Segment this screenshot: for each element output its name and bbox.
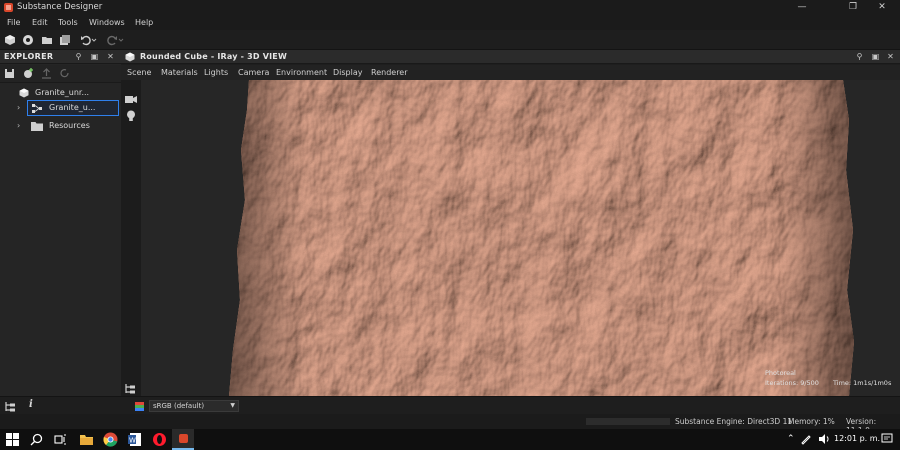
- menu-environment[interactable]: Environment: [276, 68, 327, 77]
- windows-start-icon[interactable]: [6, 433, 19, 446]
- explorer-header: EXPLORER ⚲ ▣ ✕: [0, 50, 121, 64]
- reload-icon[interactable]: [59, 68, 70, 79]
- float-icon[interactable]: ▣: [870, 51, 881, 62]
- float-icon[interactable]: ▣: [89, 51, 100, 62]
- engine-label: Substance Engine: Direct3D 11: [675, 417, 793, 426]
- pin-icon[interactable]: ⚲: [73, 51, 84, 62]
- main-toolbar: [0, 30, 900, 50]
- close-panel-icon[interactable]: ✕: [885, 51, 896, 62]
- chevron-down-icon[interactable]: [91, 34, 97, 46]
- status-bar: Substance Engine: Direct3D 11 Memory: 1%…: [0, 414, 900, 435]
- open-folder-icon[interactable]: [41, 34, 53, 46]
- 3d-view-side-toolbar: [121, 80, 141, 396]
- volume-icon[interactable]: [818, 433, 830, 445]
- granite-rock-render: [229, 80, 854, 396]
- resources-label: Resources: [49, 121, 90, 130]
- camera-icon[interactable]: [125, 95, 137, 104]
- package-label: Granite_unr...: [35, 88, 90, 97]
- tree-item-graph[interactable]: › Granite_u...: [0, 99, 121, 117]
- 3d-viewport[interactable]: Photoreal Iterations: 9/500 Time: 1m1s/1…: [141, 80, 900, 396]
- word-icon[interactable]: W: [127, 432, 142, 447]
- memory-label: Memory: 1%: [788, 417, 835, 426]
- menu-windows[interactable]: Windows: [89, 18, 125, 27]
- render-time-label: Time: 1m1s/1m0s: [833, 379, 892, 387]
- hierarchy-icon[interactable]: [5, 401, 16, 412]
- save-all-icon[interactable]: [59, 34, 71, 46]
- tree-item-resources[interactable]: › Resources: [0, 117, 121, 135]
- notifications-icon[interactable]: [881, 433, 893, 445]
- maximize-icon[interactable]: ❐: [839, 0, 867, 16]
- menu-camera[interactable]: Camera: [238, 68, 269, 77]
- package-icon: [19, 88, 29, 98]
- pin-icon[interactable]: ⚲: [854, 51, 865, 62]
- iterations-label: Iterations: 9/500: [765, 379, 819, 387]
- explorer-toolbar: [0, 65, 121, 83]
- progress-track: [586, 418, 670, 425]
- close-icon[interactable]: ✕: [868, 0, 896, 16]
- menu-edit[interactable]: Edit: [32, 18, 48, 27]
- menu-file[interactable]: File: [7, 18, 20, 27]
- 3d-view-panel: Rounded Cube - IRay - 3D VIEW ⚲ ▣ ✕ Scen…: [121, 50, 900, 396]
- menu-materials[interactable]: Materials: [161, 68, 198, 77]
- menu-renderer[interactable]: Renderer: [371, 68, 408, 77]
- explorer-footer: i: [0, 396, 121, 414]
- pen-icon[interactable]: [800, 433, 812, 445]
- info-icon[interactable]: i: [29, 399, 33, 410]
- new-package-icon[interactable]: [4, 34, 16, 46]
- menu-bar: File Edit Tools Windows Help: [0, 16, 900, 30]
- menu-tools[interactable]: Tools: [58, 18, 78, 27]
- opera-icon[interactable]: [152, 432, 167, 447]
- close-panel-icon[interactable]: ✕: [105, 51, 116, 62]
- chevron-right-icon[interactable]: ›: [17, 121, 20, 130]
- explorer-title: EXPLORER: [4, 52, 54, 61]
- menu-lights[interactable]: Lights: [204, 68, 228, 77]
- redo-icon[interactable]: [106, 34, 118, 46]
- chevron-right-icon[interactable]: ›: [17, 103, 20, 112]
- graph-label: Granite_u...: [49, 103, 96, 112]
- window-title: Substance Designer: [17, 2, 103, 12]
- substance-app-icon: [4, 3, 13, 12]
- substance-taskbar-item[interactable]: [172, 429, 194, 450]
- menu-display[interactable]: Display: [333, 68, 363, 77]
- chevron-up-icon[interactable]: ⌃: [787, 434, 795, 444]
- colorspace-value: sRGB (default): [153, 402, 205, 410]
- menu-scene[interactable]: Scene: [127, 68, 151, 77]
- windows-taskbar: W ⌃ 12:01 p. m.: [0, 429, 900, 450]
- chevron-down-icon: ▼: [230, 402, 235, 409]
- folder-icon: [31, 122, 43, 131]
- 3d-view-title: Rounded Cube - IRay - 3D VIEW: [140, 52, 287, 61]
- chrome-icon[interactable]: [103, 432, 118, 447]
- new-graph-icon[interactable]: [23, 68, 34, 79]
- 3d-view-footer: sRGB (default) ▼: [121, 396, 900, 414]
- new-substance-icon[interactable]: [22, 34, 34, 46]
- 3d-view-menubar: Scene Materials Lights Camera Environmen…: [121, 65, 900, 80]
- menu-help[interactable]: Help: [135, 18, 153, 27]
- title-bar: Substance Designer — ❐ ✕: [0, 0, 900, 16]
- publish-icon[interactable]: [41, 68, 52, 79]
- search-icon[interactable]: [30, 433, 43, 446]
- render-mode-label: Photoreal: [765, 369, 796, 377]
- task-view-icon[interactable]: [54, 433, 67, 446]
- taskbar-clock[interactable]: 12:01 p. m.: [834, 434, 880, 443]
- save-icon[interactable]: [4, 68, 15, 79]
- substance-app-icon: [179, 434, 188, 443]
- color-layers-icon: [135, 402, 144, 411]
- colorspace-dropdown[interactable]: sRGB (default) ▼: [149, 400, 239, 412]
- explorer-panel: EXPLORER ⚲ ▣ ✕ Granite_unr... › Granite_…: [0, 50, 121, 396]
- light-bulb-icon[interactable]: [126, 110, 136, 122]
- 3d-view-header: Rounded Cube - IRay - 3D VIEW ⚲ ▣ ✕: [121, 50, 900, 64]
- scene-tree-icon[interactable]: [125, 383, 136, 394]
- graph-icon: [32, 104, 42, 113]
- chevron-down-icon[interactable]: [118, 34, 124, 46]
- minimize-icon[interactable]: —: [788, 0, 816, 16]
- svg-text:W: W: [129, 437, 136, 445]
- cube-icon: [125, 52, 135, 62]
- file-explorer-icon[interactable]: [79, 432, 94, 447]
